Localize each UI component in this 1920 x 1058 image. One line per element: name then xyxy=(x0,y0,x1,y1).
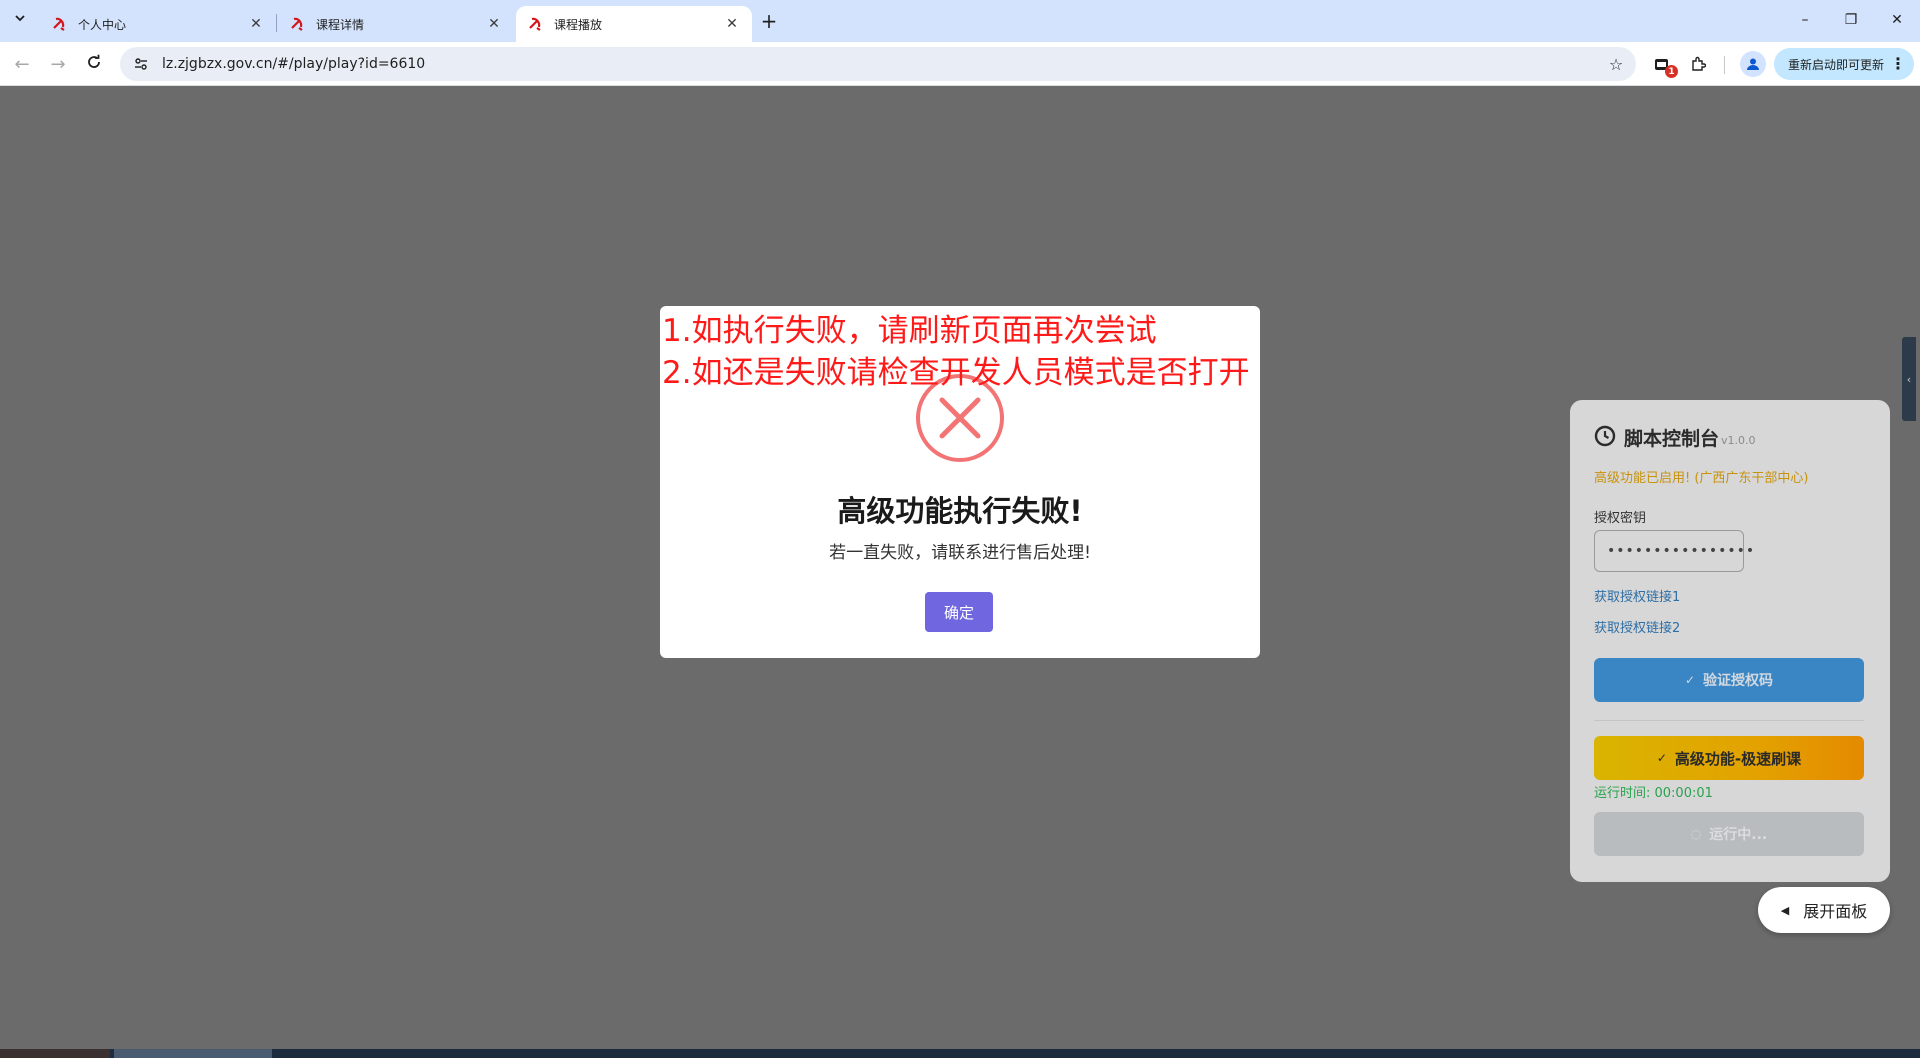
forward-button[interactable]: → xyxy=(42,48,74,80)
side-collapse-tab[interactable]: ‹ xyxy=(1902,337,1916,421)
chevron-down-icon xyxy=(14,12,26,28)
close-icon[interactable]: ✕ xyxy=(722,14,742,34)
taskbar-item[interactable] xyxy=(0,1049,110,1058)
tab-title: 个人中心 xyxy=(78,17,127,32)
reload-icon xyxy=(86,54,102,75)
chevron-left-icon: ‹ xyxy=(1906,372,1912,386)
tab-search-button[interactable] xyxy=(6,8,34,32)
overlay-instructions: 1.如执行失败，请刷新页面再次尝试 2.如还是失败请检查开发人员模式是否打开 xyxy=(662,310,1250,394)
arrow-left-icon: ← xyxy=(14,53,30,75)
new-tab-button[interactable]: + xyxy=(756,8,782,34)
clock-icon xyxy=(1594,425,1616,451)
auth-link-1[interactable]: 获取授权链接1 xyxy=(1594,586,1680,605)
panel-version: v1.0.0 xyxy=(1721,434,1756,447)
check-icon: ✓ xyxy=(1684,673,1696,687)
panel-header: 脚本控制台 v1.0.0 xyxy=(1594,424,1756,451)
minimize-button[interactable]: – xyxy=(1782,0,1828,40)
close-window-button[interactable]: ✕ xyxy=(1874,0,1920,40)
tab-divider xyxy=(276,14,277,32)
verify-label: 验证授权码 xyxy=(1703,673,1774,689)
tab-strip: 个人中心 ✕ 课程详情 ✕ 课程播放 ✕ + – ❐ ✕ xyxy=(0,0,1920,42)
party-emblem-icon xyxy=(288,15,306,33)
auth-link-2[interactable]: 获取授权链接2 xyxy=(1594,617,1680,636)
dialog-title: 高级功能执行失败! xyxy=(837,494,1083,528)
close-icon[interactable]: ✕ xyxy=(484,14,504,34)
turbo-mode-button[interactable]: ✓ 高级功能-极速刷课 xyxy=(1594,736,1864,780)
auth-key-label: 授权密钥 xyxy=(1594,511,1647,526)
turbo-label: 高级功能-极速刷课 xyxy=(1674,749,1802,768)
overlay-line-2: 2.如还是失败请检查开发人员模式是否打开 xyxy=(662,355,1250,391)
extension-icon[interactable]: 1 xyxy=(1648,50,1678,78)
dialog-message: 若一直失败，请联系进行售后处理! xyxy=(829,543,1091,563)
address-bar[interactable]: lz.zjgbzx.gov.cn/#/play/play?id=6610 ☆ xyxy=(120,47,1636,81)
confirm-button[interactable]: 确定 xyxy=(925,592,993,632)
site-settings-icon[interactable] xyxy=(124,47,158,81)
party-emblem-icon xyxy=(526,15,544,33)
more-menu-icon[interactable]: ⋮ xyxy=(1890,54,1906,73)
browser-toolbar: ← → lz.zjgbzx.gov.cn/#/play/play?id=6610… xyxy=(0,42,1920,86)
profile-avatar-icon[interactable] xyxy=(1740,51,1766,77)
panel-title: 脚本控制台 xyxy=(1624,428,1720,450)
os-taskbar xyxy=(0,1049,1920,1058)
verify-auth-button[interactable]: ✓ 验证授权码 xyxy=(1594,658,1864,702)
expand-label: 展开面板 xyxy=(1803,902,1868,921)
tab-title: 课程播放 xyxy=(554,17,603,32)
tab-title: 课程详情 xyxy=(316,17,365,32)
tab-course-detail[interactable]: 课程详情 ✕ xyxy=(278,6,514,42)
back-button[interactable]: ← xyxy=(6,48,38,80)
party-emblem-icon xyxy=(50,15,68,33)
running-button[interactable]: ◌ 运行中... xyxy=(1594,812,1864,856)
reload-button[interactable] xyxy=(78,48,110,80)
caret-left-icon: ◀ xyxy=(1780,903,1790,917)
auth-key-input[interactable]: •••••••••••••••• xyxy=(1594,530,1754,572)
toolbar-divider xyxy=(1724,56,1725,74)
taskbar-item[interactable] xyxy=(114,1049,272,1058)
update-button[interactable]: 重新启动即可更新 ⋮ xyxy=(1774,48,1914,80)
arrow-right-icon: → xyxy=(50,53,66,75)
puzzle-extensions-icon[interactable] xyxy=(1684,50,1712,78)
bookmark-star-icon[interactable]: ☆ xyxy=(1604,52,1628,76)
update-label: 重新启动即可更新 xyxy=(1788,57,1885,72)
spinner-icon: ◌ xyxy=(1690,827,1702,841)
script-control-panel: 脚本控制台 v1.0.0 高级功能已启用! (广西广东干部中心) 授权密钥 ••… xyxy=(1570,400,1890,882)
tab-course-play[interactable]: 课程播放 ✕ xyxy=(516,6,752,42)
panel-status: 高级功能已启用! (广西广东干部中心) xyxy=(1594,471,1809,486)
extension-badge: 1 xyxy=(1665,65,1678,78)
check-icon: ✓ xyxy=(1656,751,1667,765)
close-icon[interactable]: ✕ xyxy=(246,14,266,34)
panel-divider xyxy=(1594,720,1864,721)
url-text: lz.zjgbzx.gov.cn/#/play/play?id=6610 xyxy=(162,56,426,72)
overlay-line-1: 1.如执行失败，请刷新页面再次尝试 xyxy=(662,313,1157,349)
runtime-text: 运行时间: 00:00:01 xyxy=(1594,786,1713,801)
tab-personal-center[interactable]: 个人中心 ✕ xyxy=(40,6,276,42)
restore-button[interactable]: ❐ xyxy=(1828,0,1874,40)
running-label: 运行中... xyxy=(1709,827,1768,843)
expand-panel-button[interactable]: ◀ 展开面板 xyxy=(1758,887,1890,933)
